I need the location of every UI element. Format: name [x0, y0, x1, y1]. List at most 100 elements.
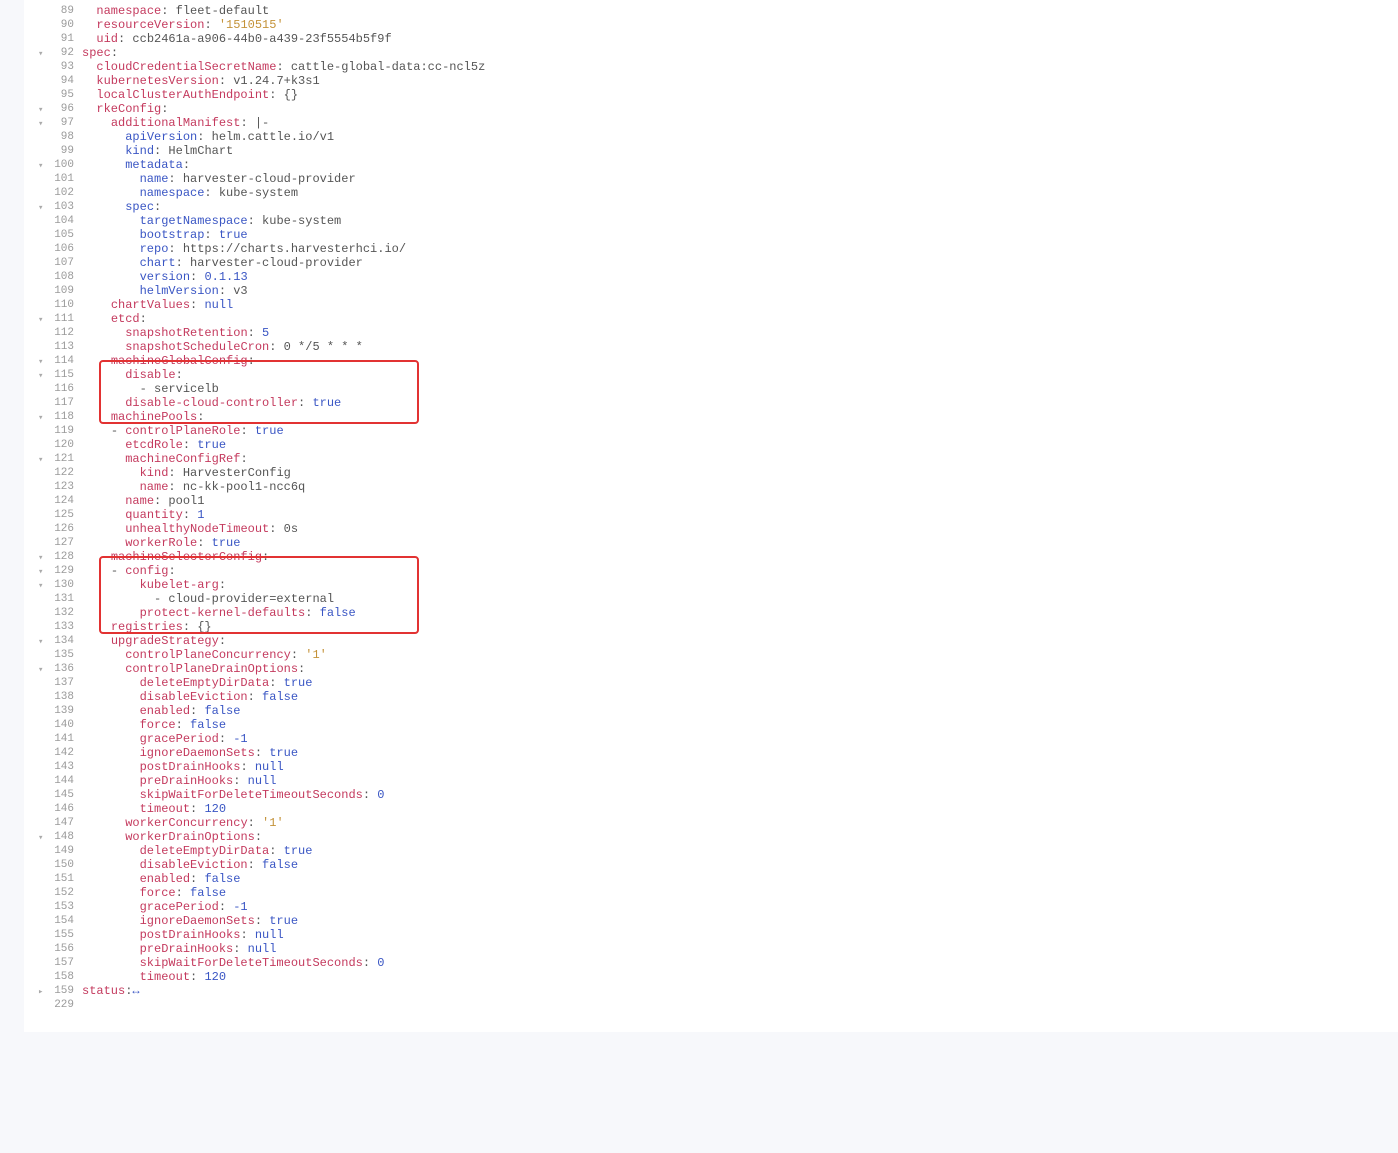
code-line[interactable]: 96▾ rkeConfig:: [24, 102, 1398, 116]
code-content: - cloud-provider=external: [82, 592, 1398, 606]
fold-toggle-icon[interactable]: ▾: [38, 453, 43, 467]
code-line[interactable]: 125 quantity: 1: [24, 508, 1398, 522]
code-line[interactable]: 120 etcdRole: true: [24, 438, 1398, 452]
code-line[interactable]: 94 kubernetesVersion: v1.24.7+k3s1: [24, 74, 1398, 88]
fold-toggle-icon[interactable]: ▾: [38, 355, 43, 369]
code-line[interactable]: 97▾ additionalManifest: |-: [24, 116, 1398, 130]
code-line[interactable]: 116 - servicelb: [24, 382, 1398, 396]
code-line[interactable]: 99 kind: HelmChart: [24, 144, 1398, 158]
fold-toggle-icon[interactable]: ▾: [38, 117, 43, 131]
code-line[interactable]: 149 deleteEmptyDirData: true: [24, 844, 1398, 858]
code-line[interactable]: 123 name: nc-kk-pool1-ncc6q: [24, 480, 1398, 494]
code-line[interactable]: 112 snapshotRetention: 5: [24, 326, 1398, 340]
fold-toggle-icon[interactable]: ▾: [38, 579, 43, 593]
code-content: gracePeriod: -1: [82, 900, 1398, 914]
code-line[interactable]: 101 name: harvester-cloud-provider: [24, 172, 1398, 186]
code-line[interactable]: 98 apiVersion: helm.cattle.io/v1: [24, 130, 1398, 144]
code-line[interactable]: 115▾ disable:: [24, 368, 1398, 382]
code-line[interactable]: 93 cloudCredentialSecretName: cattle-glo…: [24, 60, 1398, 74]
fold-toggle-icon[interactable]: ▾: [38, 565, 43, 579]
code-line[interactable]: 142 ignoreDaemonSets: true: [24, 746, 1398, 760]
code-line[interactable]: 102 namespace: kube-system: [24, 186, 1398, 200]
code-line[interactable]: 153 gracePeriod: -1: [24, 900, 1398, 914]
code-line[interactable]: 156 preDrainHooks: null: [24, 942, 1398, 956]
code-line[interactable]: 91 uid: ccb2461a-a906-44b0-a439-23f5554b…: [24, 32, 1398, 46]
code-line[interactable]: 127 workerRole: true: [24, 536, 1398, 550]
code-content: name: harvester-cloud-provider: [82, 172, 1398, 186]
code-line[interactable]: 90 resourceVersion: '1510515': [24, 18, 1398, 32]
code-line[interactable]: 155 postDrainHooks: null: [24, 928, 1398, 942]
code-line[interactable]: 130▾ kubelet-arg:: [24, 578, 1398, 592]
code-line[interactable]: 159▸status:↔: [24, 984, 1398, 998]
fold-toggle-icon[interactable]: ▾: [38, 159, 43, 173]
code-line[interactable]: 126 unhealthyNodeTimeout: 0s: [24, 522, 1398, 536]
code-line[interactable]: 109 helmVersion: v3: [24, 284, 1398, 298]
code-line[interactable]: 154 ignoreDaemonSets: true: [24, 914, 1398, 928]
fold-toggle-icon[interactable]: ▾: [38, 663, 43, 677]
code-line[interactable]: 137 deleteEmptyDirData: true: [24, 676, 1398, 690]
code-line[interactable]: 114▾ machineGlobalConfig:: [24, 354, 1398, 368]
code-line[interactable]: 122 kind: HarvesterConfig: [24, 466, 1398, 480]
code-line[interactable]: 89 namespace: fleet-default: [24, 4, 1398, 18]
code-line[interactable]: 229: [24, 998, 1398, 1012]
fold-toggle-icon[interactable]: ▾: [38, 313, 43, 327]
code-line[interactable]: 132 protect-kernel-defaults: false: [24, 606, 1398, 620]
code-line[interactable]: 151 enabled: false: [24, 872, 1398, 886]
code-line[interactable]: 140 force: false: [24, 718, 1398, 732]
fold-toggle-icon[interactable]: ▾: [38, 635, 43, 649]
code-line[interactable]: 100▾ metadata:: [24, 158, 1398, 172]
code-line[interactable]: 124 name: pool1: [24, 494, 1398, 508]
code-line[interactable]: 105 bootstrap: true: [24, 228, 1398, 242]
yaml-editor[interactable]: 89 namespace: fleet-default90 resourceVe…: [24, 0, 1398, 1032]
code-line[interactable]: 111▾ etcd:: [24, 312, 1398, 326]
fold-toggle-icon[interactable]: ▾: [38, 47, 43, 61]
code-line[interactable]: 134▾ upgradeStrategy:: [24, 634, 1398, 648]
code-line[interactable]: 108 version: 0.1.13: [24, 270, 1398, 284]
code-line[interactable]: 131 - cloud-provider=external: [24, 592, 1398, 606]
code-line[interactable]: 95 localClusterAuthEndpoint: {}: [24, 88, 1398, 102]
code-line[interactable]: 148▾ workerDrainOptions:: [24, 830, 1398, 844]
code-line[interactable]: 147 workerConcurrency: '1': [24, 816, 1398, 830]
code-line[interactable]: 133 registries: {}: [24, 620, 1398, 634]
code-line[interactable]: 118▾ machinePools:: [24, 410, 1398, 424]
code-line[interactable]: 107 chart: harvester-cloud-provider: [24, 256, 1398, 270]
code-line[interactable]: 128▾ machineSelectorConfig:: [24, 550, 1398, 564]
code-line[interactable]: 135 controlPlaneConcurrency: '1': [24, 648, 1398, 662]
code-content: localClusterAuthEndpoint: {}: [82, 88, 1398, 102]
fold-toggle-icon[interactable]: ▾: [38, 103, 43, 117]
code-line[interactable]: 129▾ - config:: [24, 564, 1398, 578]
code-line[interactable]: 145 skipWaitForDeleteTimeoutSeconds: 0: [24, 788, 1398, 802]
fold-toggle-icon[interactable]: ▾: [38, 831, 43, 845]
code-line[interactable]: 117 disable-cloud-controller: true: [24, 396, 1398, 410]
code-content: - servicelb: [82, 382, 1398, 396]
fold-toggle-icon[interactable]: ▾: [38, 369, 43, 383]
code-line[interactable]: 103▾ spec:: [24, 200, 1398, 214]
code-line[interactable]: 119 - controlPlaneRole: true: [24, 424, 1398, 438]
code-line[interactable]: 158 timeout: 120: [24, 970, 1398, 984]
code-line[interactable]: 121▾ machineConfigRef:: [24, 452, 1398, 466]
code-line[interactable]: 150 disableEviction: false: [24, 858, 1398, 872]
code-line[interactable]: 141 gracePeriod: -1: [24, 732, 1398, 746]
code-line[interactable]: 157 skipWaitForDeleteTimeoutSeconds: 0: [24, 956, 1398, 970]
code-line[interactable]: 106 repo: https://charts.harvesterhci.io…: [24, 242, 1398, 256]
code-line[interactable]: 146 timeout: 120: [24, 802, 1398, 816]
code-line[interactable]: 113 snapshotScheduleCron: 0 */5 * * *: [24, 340, 1398, 354]
fold-toggle-icon[interactable]: ▾: [38, 201, 43, 215]
code-content: bootstrap: true: [82, 228, 1398, 242]
code-line[interactable]: 143 postDrainHooks: null: [24, 760, 1398, 774]
line-number: 121▾: [24, 452, 82, 466]
fold-toggle-icon[interactable]: ▸: [38, 985, 43, 999]
code-line[interactable]: 110 chartValues: null: [24, 298, 1398, 312]
fold-toggle-icon[interactable]: ▾: [38, 551, 43, 565]
code-line[interactable]: 136▾ controlPlaneDrainOptions:: [24, 662, 1398, 676]
line-number: 99: [24, 144, 82, 158]
code-line[interactable]: 92▾spec:: [24, 46, 1398, 60]
code-line[interactable]: 139 enabled: false: [24, 704, 1398, 718]
code-line[interactable]: 152 force: false: [24, 886, 1398, 900]
code-line[interactable]: 144 preDrainHooks: null: [24, 774, 1398, 788]
line-number: 129▾: [24, 564, 82, 578]
code-line[interactable]: 138 disableEviction: false: [24, 690, 1398, 704]
fold-toggle-icon[interactable]: ▾: [38, 411, 43, 425]
code-content: controlPlaneConcurrency: '1': [82, 648, 1398, 662]
code-line[interactable]: 104 targetNamespace: kube-system: [24, 214, 1398, 228]
